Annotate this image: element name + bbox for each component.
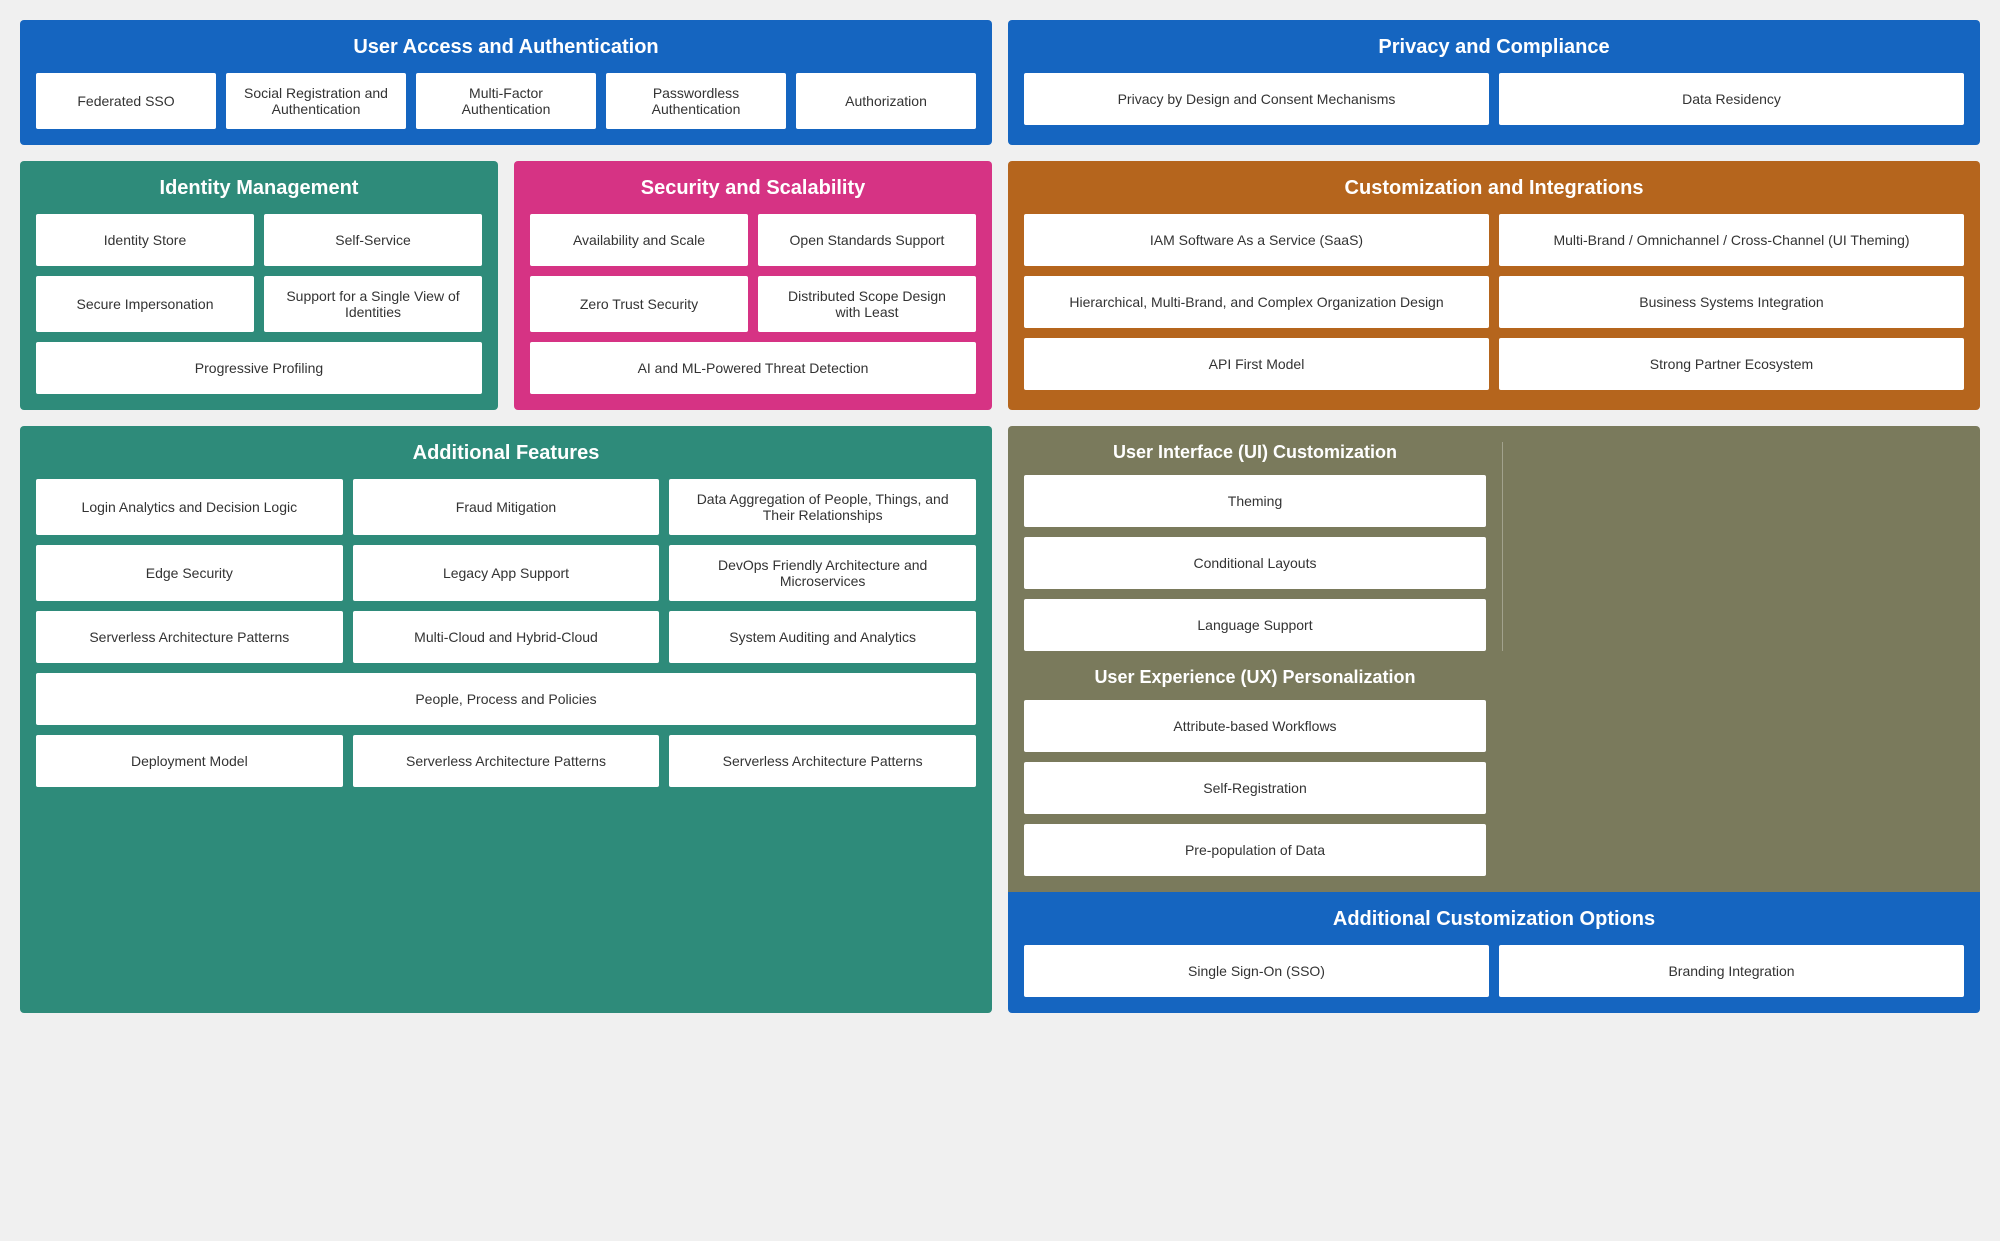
af-card-9: People, Process and Policies (36, 673, 976, 725)
ui-card-1: Conditional Layouts (1024, 537, 1486, 589)
aco-cards: Single Sign-On (SSO) Branding Integratio… (1024, 945, 1964, 997)
pac-title: Privacy and Compliance (1024, 36, 1964, 59)
ci-card-3: Business Systems Integration (1499, 276, 1964, 328)
ux-title: User Experience (UX) Personalization (1024, 667, 1486, 688)
aco-section: Additional Customization Options Single … (1008, 892, 1980, 1013)
ux-card-2: Pre-population of Data (1024, 824, 1486, 876)
af-card-6: Serverless Architecture Patterns (36, 611, 343, 663)
ci-card-5: Strong Partner Ecosystem (1499, 338, 1964, 390)
ci-card-0: IAM Software As a Service (SaaS) (1024, 214, 1489, 266)
im-section: Identity Management Identity Store Self-… (20, 161, 498, 410)
ci-title: Customization and Integrations (1024, 177, 1964, 200)
uaa-card-2: Multi-Factor Authentication (416, 73, 596, 129)
af-card-8: System Auditing and Analytics (669, 611, 976, 663)
uaa-card-3: Passwordless Authentication (606, 73, 786, 129)
ux-card-0: Attribute-based Workflows (1024, 700, 1486, 752)
ci-grid: IAM Software As a Service (SaaS) Multi-B… (1024, 214, 1964, 390)
aco-card-0: Single Sign-On (SSO) (1024, 945, 1489, 997)
ss-grid: Availability and Scale Open Standards Su… (530, 214, 976, 394)
ss-card-1: Open Standards Support (758, 214, 976, 266)
ss-card-2: Zero Trust Security (530, 276, 748, 332)
im-card-4: Progressive Profiling (36, 342, 482, 394)
im-card-1: Self-Service (264, 214, 482, 266)
af-card-4: Legacy App Support (353, 545, 660, 601)
uaa-card-4: Authorization (796, 73, 976, 129)
im-card-2: Secure Impersonation (36, 276, 254, 332)
ss-section: Security and Scalability Availability an… (514, 161, 992, 410)
pac-section: Privacy and Compliance Privacy by Design… (1008, 20, 1980, 145)
af-card-12: Serverless Architecture Patterns (669, 735, 976, 787)
ui-card-0: Theming (1024, 475, 1486, 527)
ci-card-2: Hierarchical, Multi-Brand, and Complex O… (1024, 276, 1489, 328)
im-grid: Identity Store Self-Service Secure Imper… (36, 214, 482, 394)
ss-card-3: Distributed Scope Design with Least (758, 276, 976, 332)
ui-ux-divider (1502, 442, 1503, 651)
af-card-0: Login Analytics and Decision Logic (36, 479, 343, 535)
af-card-7: Multi-Cloud and Hybrid-Cloud (353, 611, 660, 663)
ui-section: User Interface (UI) Customization Themin… (1024, 442, 1486, 651)
ux-card-1: Self-Registration (1024, 762, 1486, 814)
ux-cards: Attribute-based Workflows Self-Registrat… (1024, 700, 1486, 876)
ss-card-4: AI and ML-Powered Threat Detection (530, 342, 976, 394)
im-title: Identity Management (36, 177, 482, 200)
af-section: Additional Features Login Analytics and … (20, 426, 992, 1013)
ui-title: User Interface (UI) Customization (1024, 442, 1486, 463)
ui-card-2: Language Support (1024, 599, 1486, 651)
ux-section: User Experience (UX) Personalization Att… (1024, 667, 1486, 876)
uaa-card-1: Social Registration and Authentication (226, 73, 406, 129)
ci-section: Customization and Integrations IAM Softw… (1008, 161, 1980, 410)
ui-ux-row: User Interface (UI) Customization Themin… (1008, 426, 1980, 892)
pac-card-1: Data Residency (1499, 73, 1964, 125)
af-card-2: Data Aggregation of People, Things, and … (669, 479, 976, 535)
ss-card-0: Availability and Scale (530, 214, 748, 266)
ci-card-4: API First Model (1024, 338, 1489, 390)
uaa-section: User Access and Authentication Federated… (20, 20, 992, 145)
middle-left: Identity Management Identity Store Self-… (20, 161, 992, 410)
aco-title: Additional Customization Options (1024, 908, 1964, 931)
ui-cards: Theming Conditional Layouts Language Sup… (1024, 475, 1486, 651)
pac-cards: Privacy by Design and Consent Mechanisms… (1024, 73, 1964, 125)
im-card-0: Identity Store (36, 214, 254, 266)
uaa-card-0: Federated SSO (36, 73, 216, 129)
af-card-10: Deployment Model (36, 735, 343, 787)
ss-title: Security and Scalability (530, 177, 976, 200)
af-card-5: DevOps Friendly Architecture and Microse… (669, 545, 976, 601)
uaa-title: User Access and Authentication (36, 36, 976, 59)
pac-card-0: Privacy by Design and Consent Mechanisms (1024, 73, 1489, 125)
af-title: Additional Features (36, 442, 976, 465)
aco-card-1: Branding Integration (1499, 945, 1964, 997)
af-card-1: Fraud Mitigation (353, 479, 660, 535)
im-card-3: Support for a Single View of Identities (264, 276, 482, 332)
ci-card-1: Multi-Brand / Omnichannel / Cross-Channe… (1499, 214, 1964, 266)
af-card-3: Edge Security (36, 545, 343, 601)
af-card-11: Serverless Architecture Patterns (353, 735, 660, 787)
af-grid: Login Analytics and Decision Logic Fraud… (36, 479, 976, 787)
right-bottom: User Interface (UI) Customization Themin… (1008, 426, 1980, 1013)
uaa-cards: Federated SSO Social Registration and Au… (36, 73, 976, 129)
